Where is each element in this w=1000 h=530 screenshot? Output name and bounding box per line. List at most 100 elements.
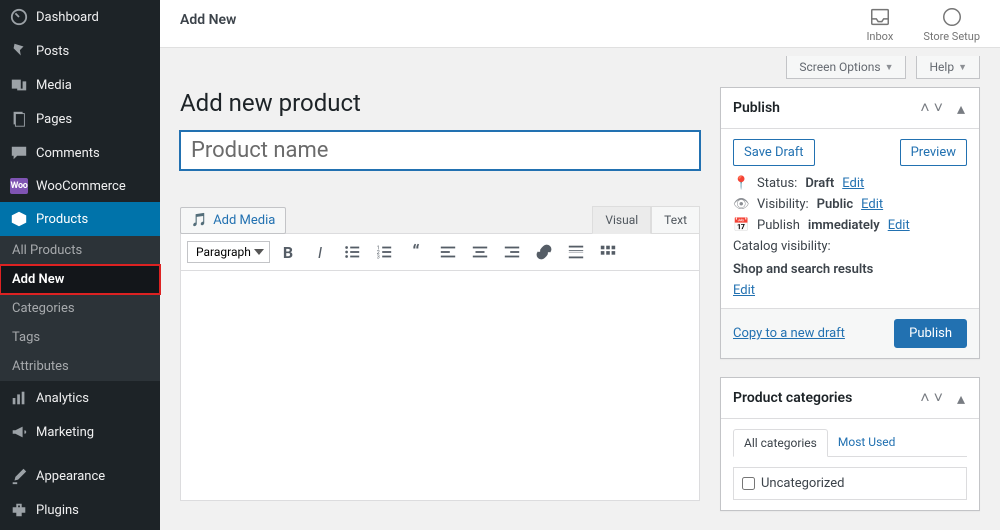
preview-button[interactable]: Preview xyxy=(900,139,967,166)
chevron-down-icon: ▼ xyxy=(958,62,967,73)
toggle-panel-button[interactable]: ▴ xyxy=(955,99,967,118)
main-area: Add New Inbox Store Setup Screen Options… xyxy=(160,0,1000,530)
dashboard-icon xyxy=(10,8,28,26)
megaphone-icon xyxy=(10,423,28,441)
admin-sidebar: Dashboard Posts Media Pages Comments Woo… xyxy=(0,0,160,530)
media-icon xyxy=(10,76,28,94)
tab-visual[interactable]: Visual xyxy=(592,206,651,234)
submenu-attributes[interactable]: Attributes xyxy=(0,352,160,381)
status-value: Draft xyxy=(805,176,834,191)
plugin-icon xyxy=(10,501,28,519)
categories-title: Product categories xyxy=(733,390,918,406)
move-up-button[interactable]: ˄ xyxy=(918,388,931,408)
topbar-title: Add New xyxy=(180,6,236,28)
menu-media[interactable]: Media xyxy=(0,68,160,102)
paragraph-select[interactable]: Paragraph xyxy=(187,241,270,263)
submenu-all-products[interactable]: All Products xyxy=(0,236,160,265)
submenu-add-new[interactable]: Add New xyxy=(0,265,160,294)
menu-label: Dashboard xyxy=(36,10,99,25)
menu-label: Analytics xyxy=(36,391,89,406)
editor-body[interactable] xyxy=(180,271,700,501)
eye-icon: 👁 xyxy=(733,197,749,212)
copy-draft-link[interactable]: Copy to a new draft xyxy=(733,326,845,341)
menu-posts[interactable]: Posts xyxy=(0,34,160,68)
bullet-list-button[interactable] xyxy=(338,238,366,266)
submenu-tags[interactable]: Tags xyxy=(0,323,160,352)
status-label: Status: xyxy=(757,176,797,191)
menu-analytics[interactable]: Analytics xyxy=(0,381,160,415)
italic-button[interactable]: I xyxy=(306,238,334,266)
menu-label: Media xyxy=(36,78,72,93)
edit-schedule-link[interactable]: Edit xyxy=(888,218,910,233)
category-list: Uncategorized xyxy=(733,467,967,500)
align-left-button[interactable] xyxy=(434,238,462,266)
product-name-input[interactable] xyxy=(180,131,700,170)
menu-woocommerce[interactable]: Woo WooCommerce xyxy=(0,170,160,202)
menu-label: Marketing xyxy=(36,425,94,440)
inbox-icon xyxy=(869,6,891,28)
edit-status-link[interactable]: Edit xyxy=(842,176,864,191)
add-media-button[interactable]: 🎵 Add Media xyxy=(180,207,286,234)
pages-icon xyxy=(10,110,28,128)
publish-button[interactable]: Publish xyxy=(894,319,967,348)
schedule-value: immediately xyxy=(808,218,880,233)
products-submenu: All Products Add New Categories Tags Att… xyxy=(0,236,160,381)
catalog-label: Catalog visibility: xyxy=(733,239,831,254)
page-title: Add new product xyxy=(180,89,700,117)
catalog-value: Shop and search results xyxy=(733,262,873,277)
edit-visibility-link[interactable]: Edit xyxy=(861,197,883,212)
screen-options-button[interactable]: Screen Options▼ xyxy=(786,56,906,79)
category-item[interactable]: Uncategorized xyxy=(742,476,958,491)
submenu-categories[interactable]: Categories xyxy=(0,294,160,323)
editor-toolbar: Paragraph B I 123 “ xyxy=(180,233,700,271)
toolbar-toggle-button[interactable] xyxy=(594,238,622,266)
music-note-icon: 🎵 xyxy=(191,213,207,228)
circle-icon xyxy=(941,6,963,28)
bold-button[interactable]: B xyxy=(274,238,302,266)
quote-button[interactable]: “ xyxy=(402,238,430,266)
menu-plugins[interactable]: Plugins xyxy=(0,493,160,527)
comment-icon xyxy=(10,144,28,162)
menu-label: Appearance xyxy=(36,469,105,484)
edit-catalog-link[interactable]: Edit xyxy=(733,283,755,298)
category-checkbox[interactable] xyxy=(742,477,755,490)
align-right-button[interactable] xyxy=(498,238,526,266)
menu-pages[interactable]: Pages xyxy=(0,102,160,136)
readmore-button[interactable] xyxy=(562,238,590,266)
tab-most-used[interactable]: Most Used xyxy=(828,429,906,456)
menu-products[interactable]: Products xyxy=(0,202,160,236)
svg-text:3: 3 xyxy=(377,254,380,260)
toggle-panel-button[interactable]: ▴ xyxy=(955,389,967,408)
publish-title: Publish xyxy=(733,100,918,116)
menu-label: Plugins xyxy=(36,503,79,518)
chevron-down-icon: ▼ xyxy=(885,62,894,73)
menu-label: Comments xyxy=(36,146,100,161)
categories-box: Product categories ˄ ˅ ▴ All categories … xyxy=(720,377,980,511)
visibility-value: Public xyxy=(817,197,853,212)
tab-text[interactable]: Text xyxy=(651,206,700,234)
box-icon xyxy=(10,210,28,228)
calendar-icon: 📅 xyxy=(733,218,749,233)
menu-label: WooCommerce xyxy=(36,179,126,194)
inbox-button[interactable]: Inbox xyxy=(866,6,893,43)
save-draft-button[interactable]: Save Draft xyxy=(733,139,815,166)
link-button[interactable] xyxy=(530,238,558,266)
move-up-button[interactable]: ˄ xyxy=(918,98,931,118)
menu-appearance[interactable]: Appearance xyxy=(0,459,160,493)
menu-dashboard[interactable]: Dashboard xyxy=(0,0,160,34)
move-down-button[interactable]: ˅ xyxy=(932,388,945,408)
chart-icon xyxy=(10,389,28,407)
publish-box: Publish ˄ ˅ ▴ Save Draft Preview 📍 Statu… xyxy=(720,87,980,359)
align-center-button[interactable] xyxy=(466,238,494,266)
number-list-button[interactable]: 123 xyxy=(370,238,398,266)
move-down-button[interactable]: ˅ xyxy=(932,98,945,118)
brush-icon xyxy=(10,467,28,485)
menu-marketing[interactable]: Marketing xyxy=(0,415,160,449)
help-button[interactable]: Help▼ xyxy=(916,56,980,79)
menu-label: Pages xyxy=(36,112,72,127)
tab-all-categories[interactable]: All categories xyxy=(733,429,828,457)
store-setup-button[interactable]: Store Setup xyxy=(923,6,980,43)
key-icon: 📍 xyxy=(733,176,749,191)
pin-icon xyxy=(10,42,28,60)
menu-comments[interactable]: Comments xyxy=(0,136,160,170)
